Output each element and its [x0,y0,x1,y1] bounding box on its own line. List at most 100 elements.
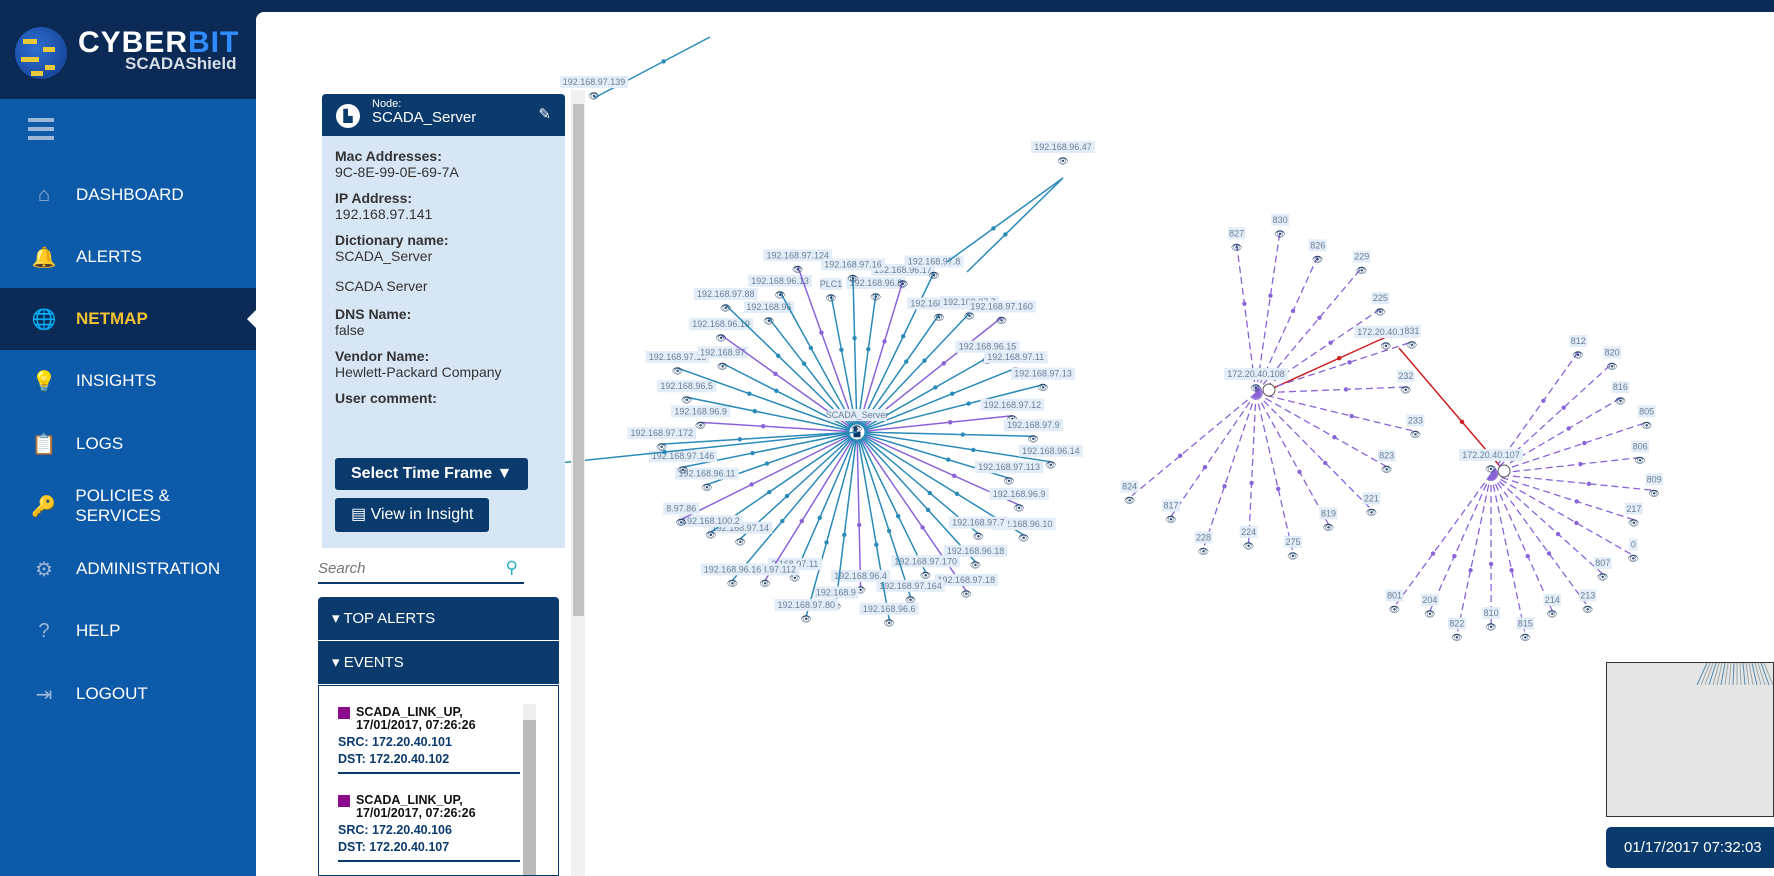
eye-icon[interactable]: 👁 [1641,420,1652,430]
eye-icon[interactable]: 👁 [1628,553,1639,563]
graph-node[interactable]: 805 👁 [1637,405,1656,430]
search-icon[interactable]: ⚲ [506,558,518,578]
eye-icon[interactable]: 👁 [801,614,812,624]
link[interactable] [593,36,711,99]
eye-icon[interactable]: 👁 [792,264,803,274]
graph-node[interactable]: 192.168.97.172👁 [627,427,696,452]
eye-icon[interactable]: 👁 [870,292,881,302]
eye-icon[interactable]: 👁 [1485,464,1496,474]
eye-icon[interactable]: 👁 [1389,605,1400,615]
graph-node[interactable]: 225 👁 [1371,292,1390,317]
graph-node[interactable]: 192.168.96.9 👁 [989,487,1049,513]
graph-node[interactable]: 204 👁 [1421,594,1439,619]
eye-icon[interactable]: 👁 [1287,551,1298,561]
graph-node[interactable]: 192.168.97.113 👁 [974,461,1044,486]
sidebar-item-administration[interactable]: ⚙ ADMINISTRATION [0,538,256,600]
eye-icon[interactable]: 👁 [1375,307,1386,317]
link[interactable] [1255,392,1416,433]
eye-icon[interactable]: 👁 [1274,229,1285,239]
graph-node[interactable]: 192.168.97.160👁 [967,300,1036,326]
eye-icon[interactable]: 👁 [588,91,599,101]
eye-icon[interactable]: 👁 [1366,507,1377,517]
link[interactable] [1490,397,1621,475]
graph-node[interactable]: 192.168.97.13 👁 [1011,367,1075,393]
cluster-center-label[interactable]: 172.20.40.108 👁 [1224,368,1288,393]
search-input[interactable] [318,556,488,580]
eye-icon[interactable]: 👁 [1243,541,1254,551]
eye-icon[interactable]: 👁 [883,618,894,628]
eye-icon[interactable]: 👁 [1381,465,1392,475]
eye-icon[interactable]: 👁 [1424,609,1435,619]
eye-icon[interactable]: 👁 [1582,604,1593,614]
eye-icon[interactable]: 👁 [1410,429,1421,439]
graph-node[interactable]: 817 👁 [1162,499,1180,525]
graph-node[interactable]: 827 👁 [1227,227,1246,252]
link[interactable] [1490,473,1553,612]
link[interactable] [797,266,858,433]
hamburger-menu-icon[interactable] [28,118,54,145]
sidebar-item-help[interactable]: ? HELP [0,600,256,662]
eye-icon[interactable]: 👁 [973,532,984,542]
eye-icon[interactable]: 👁 [964,311,975,321]
event-item[interactable]: SCADA_LINK_UP, 17/01/2017, 07:26:26 SRC: 1… [338,794,520,862]
eye-icon[interactable]: 👁 [677,465,688,475]
sidebar-item-insights[interactable]: 💡 INSIGHTS [0,350,256,412]
eye-icon[interactable]: 👁 [825,293,836,303]
link[interactable] [1170,392,1257,517]
eye-icon[interactable]: 👁 [1323,522,1334,532]
eye-icon[interactable]: 👁 [1634,456,1645,466]
cluster-center-node[interactable] [1262,383,1276,397]
sidebar-item-logout[interactable]: ⇥ LOGOUT [0,663,256,725]
graph-node[interactable]: 826 👁 [1308,239,1327,264]
graph-node[interactable]: PLC1 👁 [820,278,843,303]
sidebar-item-dashboard[interactable]: ⌂ DASHBOARD [0,164,256,226]
eye-icon[interactable]: 👁 [705,530,716,540]
graph-node[interactable]: 221 👁 [1362,492,1381,517]
eye-icon[interactable]: 👁 [735,537,746,547]
event-item[interactable]: SCADA_LINK_UP, 17/01/2017, 07:26:26 SRC: 1… [338,706,520,774]
graph-node[interactable]: 192.168.96.6 👁 [859,602,919,628]
link[interactable] [1255,392,1372,510]
graph-node[interactable]: 801 👁 [1385,589,1404,615]
link[interactable] [1255,386,1406,394]
eye-icon[interactable]: 👁 [672,366,683,376]
edit-icon[interactable]: ✎ [538,105,551,123]
graph-node[interactable]: 192.168.96.9 👁 [671,405,731,430]
link[interactable] [1490,473,1604,575]
eye-icon[interactable]: 👁 [1648,488,1659,498]
graph-node[interactable]: 213 👁 [1578,589,1597,614]
eye-icon[interactable]: 👁 [1520,632,1531,642]
view-in-insight-button[interactable]: ▤ View in Insight [335,498,490,532]
eye-icon[interactable]: 👁 [717,361,728,371]
eye-icon[interactable]: 👁 [920,570,931,580]
graph-node[interactable]: 0👁 [1628,538,1639,563]
sidebar-item-netmap[interactable]: 🌐 NETMAP [0,288,256,350]
link[interactable] [1255,392,1330,525]
eye-icon[interactable]: 👁 [1250,383,1261,393]
link[interactable] [1255,392,1387,468]
eye-icon[interactable]: 👁 [1606,361,1617,371]
graph-node[interactable]: 192.168.96.16 👁 [700,563,765,588]
link[interactable] [1202,392,1257,549]
eye-icon[interactable]: 👁 [1400,385,1411,395]
link[interactable] [1268,336,1387,391]
link[interactable] [966,177,1064,273]
sidebar-item-policies-services[interactable]: 🔑 POLICIES & SERVICES [0,475,256,537]
eye-icon[interactable]: 👁 [1597,572,1608,582]
panel-scrollbar[interactable] [571,90,585,876]
eye-icon[interactable]: 👁 [715,333,726,343]
graph-node[interactable]: 816 👁 [1611,381,1630,406]
eye-icon[interactable]: 👁 [970,560,981,570]
eye-icon[interactable]: 👁 [1485,622,1496,632]
graph-node[interactable]: 214 👁 [1543,593,1562,619]
link[interactable] [856,431,862,587]
link[interactable] [1429,473,1492,612]
graph-node[interactable]: 192.168.96.47 👁 [1031,141,1095,166]
graph-node[interactable]: 233 👁 [1406,414,1425,439]
eye-icon[interactable]: 👁 [1356,266,1367,276]
graph-node[interactable]: 232 👁 [1396,370,1415,395]
eye-icon[interactable]: 👁 [1165,515,1176,525]
link[interactable] [1247,392,1257,543]
eye-icon[interactable]: 👁 [1231,242,1242,252]
eye-icon[interactable]: 👁 [681,395,692,405]
